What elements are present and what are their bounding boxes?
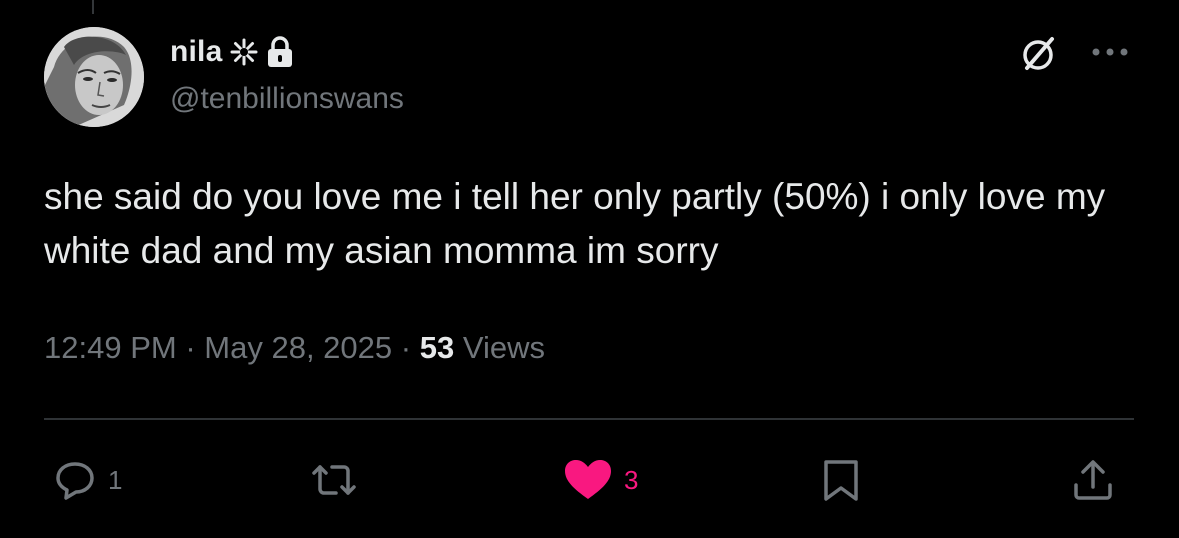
- sparkle-icon: [230, 38, 258, 66]
- meta-separator: ·: [185, 330, 196, 365]
- tweet-meta: 12:49 PM · May 28, 2025 · 53 Views: [44, 330, 545, 366]
- lock-icon: [266, 36, 294, 68]
- retweet-button[interactable]: [308, 456, 370, 504]
- reply-button[interactable]: 1: [52, 456, 122, 504]
- grok-icon: [1023, 37, 1054, 70]
- tweet-time[interactable]: 12:49 PM: [44, 330, 177, 365]
- avatar-image: [44, 27, 144, 127]
- user-handle[interactable]: @tenbillionswans: [170, 82, 404, 116]
- avatar[interactable]: [44, 27, 144, 127]
- more-dots-icon: [1092, 48, 1128, 56]
- views-label: Views: [462, 330, 545, 365]
- reply-count: 1: [108, 464, 123, 495]
- tweet-date[interactable]: May 28, 2025: [204, 330, 392, 365]
- retweet-icon: [312, 465, 356, 495]
- meta-separator: ·: [400, 330, 412, 365]
- bookmark-button[interactable]: [820, 456, 862, 504]
- like-count: 3: [624, 464, 639, 495]
- divider: [44, 418, 1134, 420]
- user-name-row[interactable]: nila: [170, 30, 294, 74]
- share-icon: [1074, 460, 1112, 500]
- like-button[interactable]: 3: [562, 456, 638, 504]
- thread-connector-line: [92, 0, 94, 14]
- reply-icon: [56, 462, 94, 500]
- bookmark-icon: [824, 460, 858, 501]
- more-options-button[interactable]: [1088, 34, 1132, 70]
- heart-icon: [565, 460, 611, 499]
- tweet-text: she said do you love me i tell her only …: [44, 176, 1116, 271]
- display-name[interactable]: nila: [170, 35, 222, 69]
- views-count: 53: [419, 330, 455, 365]
- grok-button[interactable]: [1016, 32, 1060, 76]
- share-button[interactable]: [1070, 456, 1116, 504]
